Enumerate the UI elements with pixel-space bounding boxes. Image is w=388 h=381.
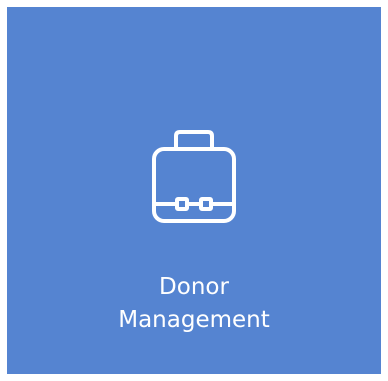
tile-label: Donor Management [7, 271, 381, 337]
donor-management-tile[interactable]: Donor Management [7, 7, 381, 374]
tile-label-line-2: Management [118, 307, 270, 333]
tile-label-line-1: Donor [159, 274, 229, 300]
briefcase-icon [146, 124, 242, 228]
